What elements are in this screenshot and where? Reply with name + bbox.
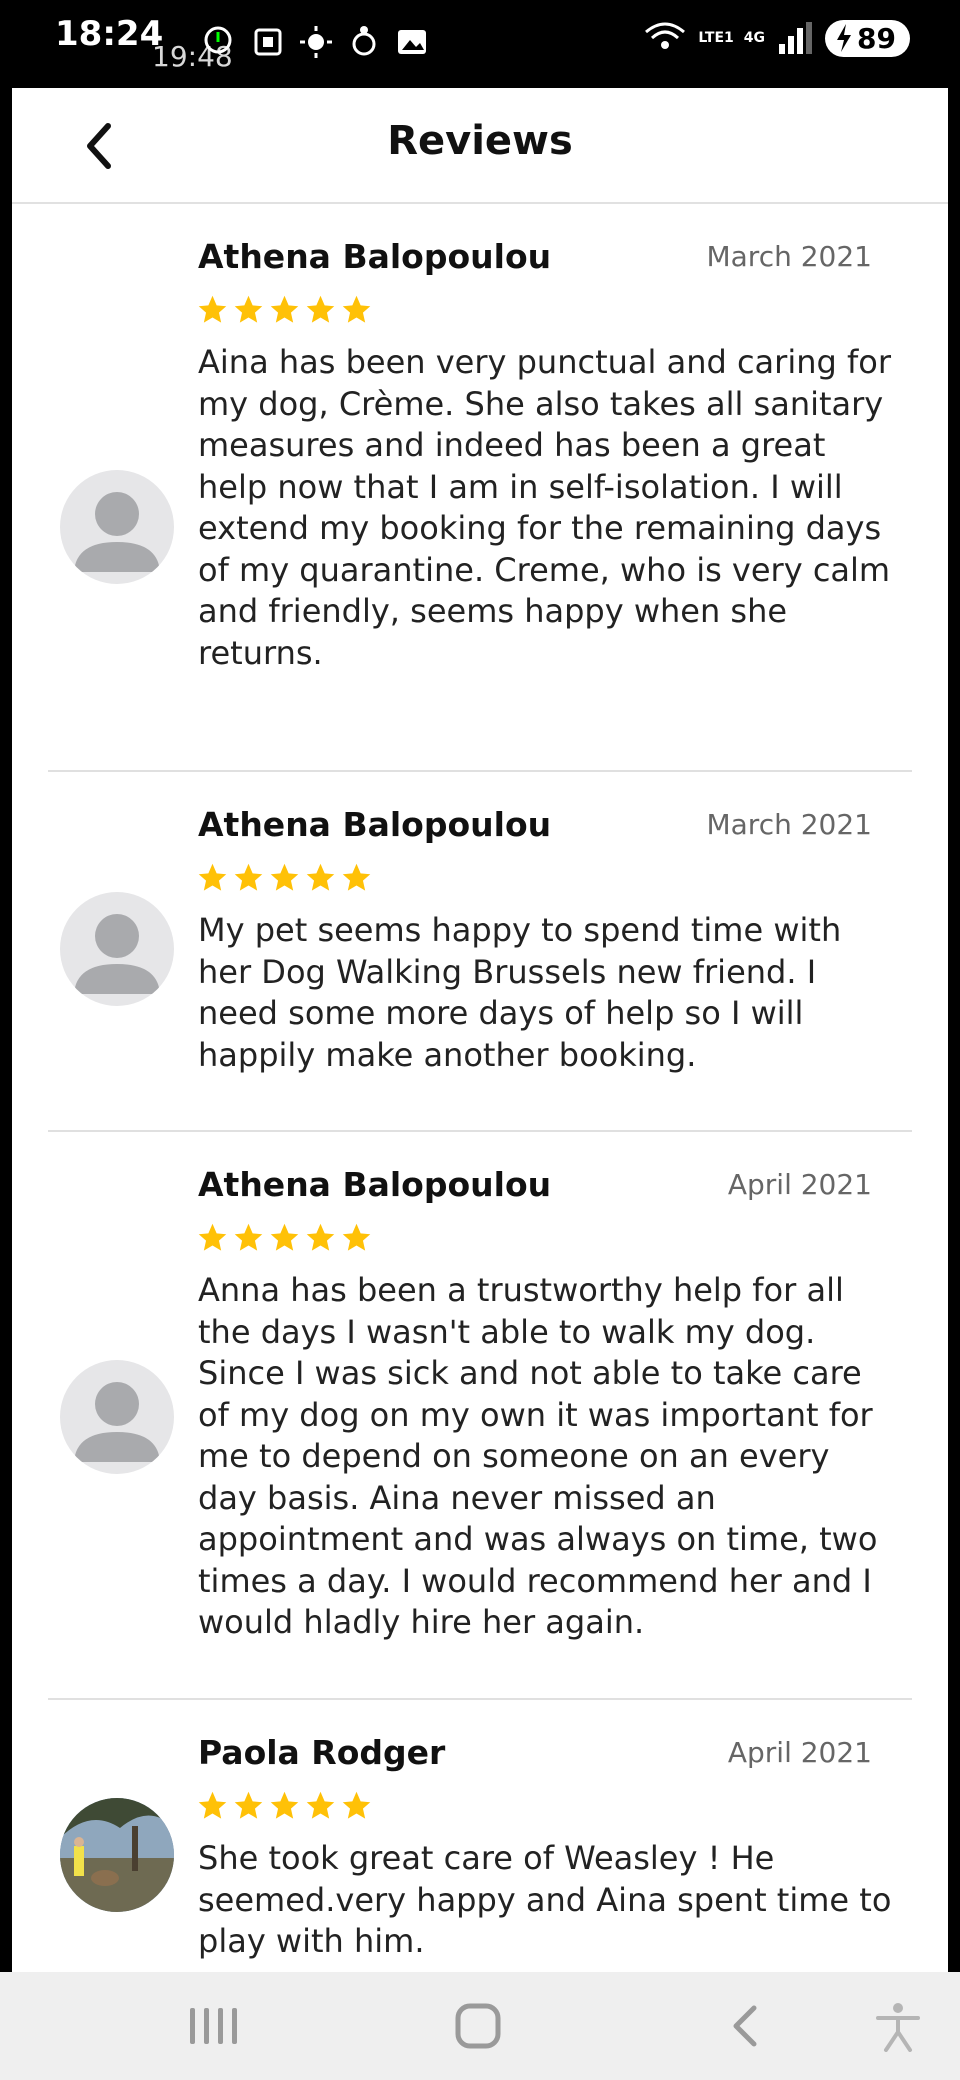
star-icon [234, 863, 263, 891]
reviewer-name: Athena Balopoulou [198, 805, 552, 844]
person-icon [74, 492, 160, 572]
review-item: Athena Balopoulou March 2021 My pet seem… [48, 770, 912, 1132]
star-icon [342, 1223, 371, 1251]
star-icon [306, 1223, 335, 1251]
star-icon [234, 295, 263, 323]
app-header: Reviews [12, 88, 948, 204]
reviewer-name: Paola Rodger [198, 1733, 446, 1772]
back-nav-button[interactable] [726, 2000, 766, 2056]
avatar-placeholder [60, 892, 174, 1006]
home-button[interactable] [452, 2000, 504, 2056]
wifi-icon [645, 22, 686, 49]
review-item: Athena Balopoulou April 2021 Anna has be… [48, 1130, 912, 1700]
star-icon [342, 1791, 371, 1819]
review-date: April 2021 [727, 1168, 872, 1201]
battery-level: 89 [857, 21, 896, 55]
star-icon [342, 295, 371, 323]
recents-button[interactable] [186, 2000, 240, 2056]
user-photo-image [60, 1798, 174, 1912]
star-icon [306, 863, 335, 891]
star-icon [270, 863, 299, 891]
star-icon [198, 295, 227, 323]
home-icon [455, 2003, 501, 2049]
battery-indicator: 89 [825, 19, 910, 57]
charging-icon [837, 24, 852, 52]
notification-icons [200, 22, 432, 62]
review-text: Anna has been a trustworthy help for all… [198, 1271, 878, 1641]
system-icons: LTE1 4G 89 [642, 18, 910, 58]
star-rating [196, 1221, 373, 1254]
status-time: 18:24 [55, 14, 164, 54]
review-date: March 2021 [706, 240, 872, 273]
network-label: LTE1 [698, 30, 734, 46]
star-icon [342, 863, 371, 891]
star-rating [196, 861, 373, 894]
recents-icon [190, 2008, 237, 2044]
page-title: Reviews [387, 118, 573, 164]
signal-icon [779, 22, 813, 54]
review-item: Paola Rodger April 2021 She took great c… [48, 1698, 912, 2018]
star-icon [198, 1223, 227, 1251]
network-type: 4G [743, 30, 766, 46]
star-icon [234, 1791, 263, 1819]
reviews-screen: Reviews Athena Balopoulou March 2021 Ain… [12, 88, 948, 2018]
star-icon [270, 1791, 299, 1819]
star-rating [196, 1789, 373, 1822]
gallery-icon [398, 30, 426, 54]
location-icon [352, 26, 376, 56]
review-date: March 2021 [706, 808, 872, 841]
person-icon [74, 914, 160, 994]
system-navigation-bar [0, 1972, 960, 2080]
status-bar: 18:24 19:48 LTE1 4G 89 [0, 0, 960, 88]
star-icon [270, 295, 299, 323]
weather-icon [300, 26, 332, 58]
review-text: Aina has been very punctual and caring f… [198, 343, 891, 672]
star-icon [234, 1223, 263, 1251]
back-nav-icon [733, 2005, 757, 2047]
star-icon [198, 863, 227, 891]
review-item: Athena Balopoulou March 2021 Aina has be… [48, 202, 912, 772]
star-rating [196, 293, 373, 326]
reviewer-name: Athena Balopoulou [198, 237, 552, 276]
screenshot-icon [254, 28, 282, 56]
person-icon [74, 1382, 160, 1462]
avatar-placeholder [60, 1360, 174, 1474]
star-icon [306, 1791, 335, 1819]
review-text: My pet seems happy to spend time with he… [198, 911, 842, 1074]
avatar-photo [60, 1798, 174, 1912]
accessibility-icon [876, 2003, 920, 2052]
star-icon [270, 1223, 299, 1251]
review-date: April 2021 [727, 1736, 872, 1769]
review-text: She took great care of Weasley ! He seem… [198, 1839, 892, 1960]
avatar-placeholder [60, 470, 174, 584]
star-icon [198, 1791, 227, 1819]
accessibility-button[interactable] [872, 2000, 924, 2056]
notification-dot-icon [204, 26, 232, 54]
star-icon [306, 295, 335, 323]
reviewer-name: Athena Balopoulou [198, 1165, 552, 1204]
